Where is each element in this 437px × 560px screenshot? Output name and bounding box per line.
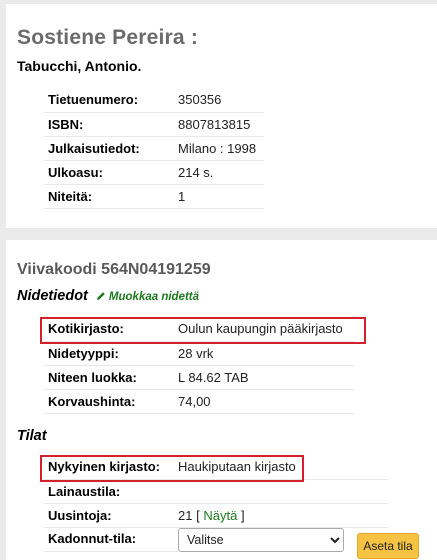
table-row: Kotikirjasto: Oulun kaupungin pääkirjast… (44, 317, 354, 342)
set-status-button[interactable]: Aseta tila (357, 533, 419, 559)
record-title: Sostiene Pereira : (17, 26, 199, 49)
details-heading: Nidetiedot Muokkaa nidettä (17, 288, 199, 304)
field-label-current-library: Nykyinen kirjasto: (44, 455, 178, 480)
item-card: Viivakoodi 564N04191259 Nidetiedot Muokk… (6, 240, 437, 560)
pencil-icon (96, 292, 105, 300)
field-label-replacement-price: Korvaushinta: (44, 389, 178, 414)
field-value-item-class: L 84.62 TAB (178, 365, 354, 390)
field-label-renewals: Uusintoja: (44, 503, 178, 528)
table-row: Korvaushinta: 74,00 (44, 389, 354, 414)
field-value-replacement-price: 74,00 (178, 389, 354, 414)
record-card: Sostiene Pereira : Tabucchi, Antonio. Ti… (6, 4, 437, 228)
table-row: Kadonnut-tila: Valitse (44, 527, 388, 552)
field-value-item-type: 28 vrk (178, 341, 354, 366)
field-label-home-library: Kotikirjasto: (44, 317, 178, 342)
field-label-item-type: Nidetyyppi: (44, 341, 178, 366)
table-row: Niteen luokka: L 84.62 TAB (44, 365, 354, 390)
status-heading: Tilat (17, 428, 47, 444)
record-fields-table: Tietuenumero: 350356 ISBN: 8807813815 Ju… (44, 88, 264, 209)
table-row: Nidetyyppi: 28 vrk (44, 341, 354, 366)
edit-item-link[interactable]: Muokkaa nidettä (96, 291, 199, 303)
edit-item-label: Muokkaa nidettä (108, 291, 200, 303)
show-renewals-link[interactable]: Näytä (203, 508, 237, 523)
field-value-home-library: Oulun kaupungin pääkirjasto (178, 317, 354, 342)
item-details-table: Kotikirjasto: Oulun kaupungin pääkirjast… (44, 317, 354, 414)
renewals-open-bracket: [ (196, 507, 200, 523)
field-value-extent: 214 s. (178, 160, 264, 185)
record-author: Tabucchi, Antonio. (17, 58, 142, 74)
field-value-loan-status (178, 479, 388, 504)
field-value-record-number: 350356 (178, 88, 264, 113)
field-label-loan-status: Lainaustila: (44, 479, 178, 504)
field-label-lost-status: Kadonnut-tila: (44, 527, 178, 552)
item-status-table: Nykyinen kirjasto: Haukiputaan kirjasto … (44, 455, 388, 552)
details-heading-text: Nidetiedot (17, 288, 88, 304)
table-row: Niteitä: 1 (44, 184, 264, 209)
field-value-isbn: 8807813815 (178, 112, 264, 137)
field-value-current-library: Haukiputaan kirjasto (178, 455, 388, 480)
field-value-publication: Milano : 1998 (178, 136, 264, 161)
table-row: Lainaustila: (44, 479, 388, 504)
field-label-extent: Ulkoasu: (44, 160, 178, 185)
field-label-isbn: ISBN: (44, 112, 178, 137)
table-row: ISBN: 8807813815 (44, 112, 264, 137)
renewals-count: 21 (178, 507, 193, 523)
field-value-items: 1 (178, 184, 264, 209)
table-row: Julkaisutiedot: Milano : 1998 (44, 136, 264, 161)
field-label-items: Niteitä: (44, 184, 178, 209)
renewals-close-bracket: ] (240, 507, 245, 523)
table-row: Ulkoasu: 214 s. (44, 160, 264, 185)
table-row: Uusintoja: 21 [ Näytä ] (44, 503, 388, 528)
table-row: Nykyinen kirjasto: Haukiputaan kirjasto (44, 455, 388, 480)
lost-status-select[interactable]: Valitse (178, 527, 344, 552)
table-row: Tietuenumero: 350356 (44, 88, 264, 113)
field-value-renewals: 21 [ Näytä ] (178, 503, 388, 528)
barcode-heading: Viivakoodi 564N04191259 (17, 261, 211, 278)
field-label-record-number: Tietuenumero: (44, 88, 178, 113)
field-label-item-class: Niteen luokka: (44, 365, 178, 390)
field-label-publication: Julkaisutiedot: (44, 136, 178, 161)
